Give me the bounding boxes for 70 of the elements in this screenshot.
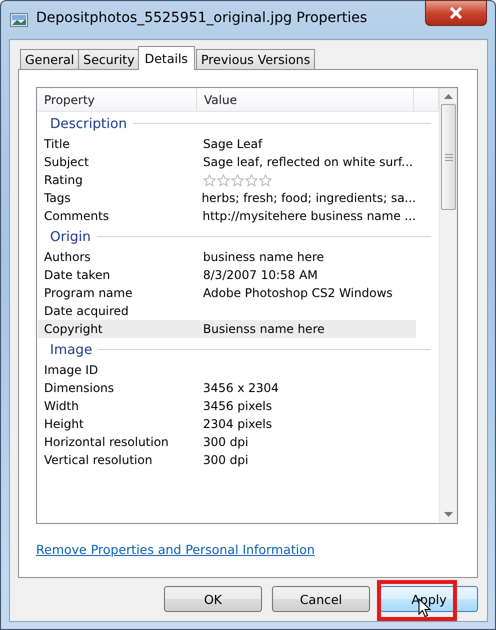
- star-icon[interactable]: [217, 174, 230, 186]
- list-row[interactable]: Rating: [38, 171, 416, 189]
- scroll-thumb[interactable]: [441, 104, 456, 210]
- property-name: Height: [43, 417, 85, 431]
- list-row[interactable]: Copyright Busienss name here: [38, 320, 416, 338]
- list-row[interactable]: Image ID: [38, 361, 416, 379]
- property-value: Sage leaf, reflected on white surf...: [203, 155, 413, 169]
- picture-file-icon: [10, 13, 28, 27]
- dialog-button[interactable]: Cancel: [272, 586, 370, 612]
- list-row[interactable]: Horizontal resolution 300 dpi: [38, 433, 416, 451]
- list-row[interactable]: Vertical resolution 300 dpi: [38, 451, 416, 469]
- star-icon[interactable]: [231, 174, 244, 186]
- list-row[interactable]: Tags herbs; fresh; food; ingredients; sa...: [38, 189, 416, 207]
- property-value: business name here: [203, 250, 324, 264]
- column-header[interactable]: Property: [37, 88, 197, 111]
- property-name: Title: [43, 137, 71, 151]
- list-row[interactable]: Height 2304 pixels: [38, 415, 416, 433]
- property-name: Image ID: [43, 363, 100, 377]
- scroll-down-icon[interactable]: [444, 512, 453, 517]
- property-value: 2304 pixels: [203, 417, 272, 431]
- property-value: 300 dpi: [203, 435, 248, 449]
- group-heading: Origin: [50, 228, 91, 244]
- star-icon[interactable]: [203, 174, 216, 186]
- property-value: http://mysitehere business name ...: [202, 209, 416, 223]
- property-value: herbs; fresh; food; ingredients; sa...: [202, 191, 416, 205]
- tab[interactable]: Details: [138, 46, 195, 70]
- list-row[interactable]: Authors business name here: [38, 248, 416, 266]
- list-row[interactable]: Subject Sage leaf, reflected on white surf...: [38, 153, 416, 171]
- property-name: Authors: [43, 250, 92, 264]
- property-value: Adobe Photoshop CS2 Windows: [203, 286, 393, 300]
- column-header[interactable]: Value: [197, 88, 414, 111]
- property-name: Dimensions: [43, 381, 116, 395]
- property-value: 3456 pixels: [203, 399, 272, 413]
- scrollbar[interactable]: [439, 88, 457, 523]
- dialog-button[interactable]: OK: [164, 586, 262, 612]
- property-name: Program name: [43, 286, 134, 300]
- group-heading: Image: [50, 342, 92, 358]
- property-value: 8/3/2007 10:58 AM: [203, 268, 318, 282]
- property-name: Horizontal resolution: [43, 435, 170, 449]
- property-name: Subject: [43, 155, 90, 169]
- list-row[interactable]: Width 3456 pixels: [38, 397, 416, 415]
- property-name: Copyright: [43, 322, 104, 336]
- property-value: 300 dpi: [203, 453, 248, 467]
- scroll-up-icon[interactable]: [444, 94, 453, 99]
- list-row[interactable]: Date acquired: [38, 302, 416, 320]
- star-icon[interactable]: [259, 174, 272, 186]
- list-row[interactable]: Comments http://mysitehere business name ...: [38, 207, 416, 225]
- property-name: Date taken: [43, 268, 112, 282]
- property-name: Tags: [43, 191, 72, 205]
- property-name: Date acquired: [43, 304, 130, 318]
- list-row[interactable]: Program name Adobe Photoshop CS2 Windows: [38, 284, 416, 302]
- list-row[interactable]: Title Sage Leaf: [38, 135, 416, 153]
- star-icon[interactable]: [245, 174, 258, 186]
- window-title: Depositphotos_5525951_original.jpg Properties: [36, 10, 368, 26]
- group-heading: Description: [50, 116, 127, 132]
- property-value: 3456 x 2304: [203, 381, 279, 395]
- property-name: Width: [43, 399, 80, 413]
- property-name: Comments: [43, 209, 110, 223]
- tab[interactable]: Previous Versions: [196, 49, 316, 69]
- property-value: Busienss name here: [203, 322, 325, 336]
- list-row[interactable]: Date taken 8/3/2007 10:58 AM: [38, 266, 416, 284]
- property-name: Rating: [43, 173, 84, 187]
- close-icon: [449, 7, 463, 19]
- close-button[interactable]: [425, 0, 487, 26]
- tab[interactable]: General: [20, 49, 80, 69]
- property-value: Sage Leaf: [203, 137, 262, 151]
- property-name: Vertical resolution: [43, 453, 154, 467]
- tab[interactable]: Security: [78, 49, 140, 69]
- list-row[interactable]: Dimensions 3456 x 2304: [38, 379, 416, 397]
- remove-properties-link[interactable]: Remove Properties and Personal Information: [36, 542, 315, 557]
